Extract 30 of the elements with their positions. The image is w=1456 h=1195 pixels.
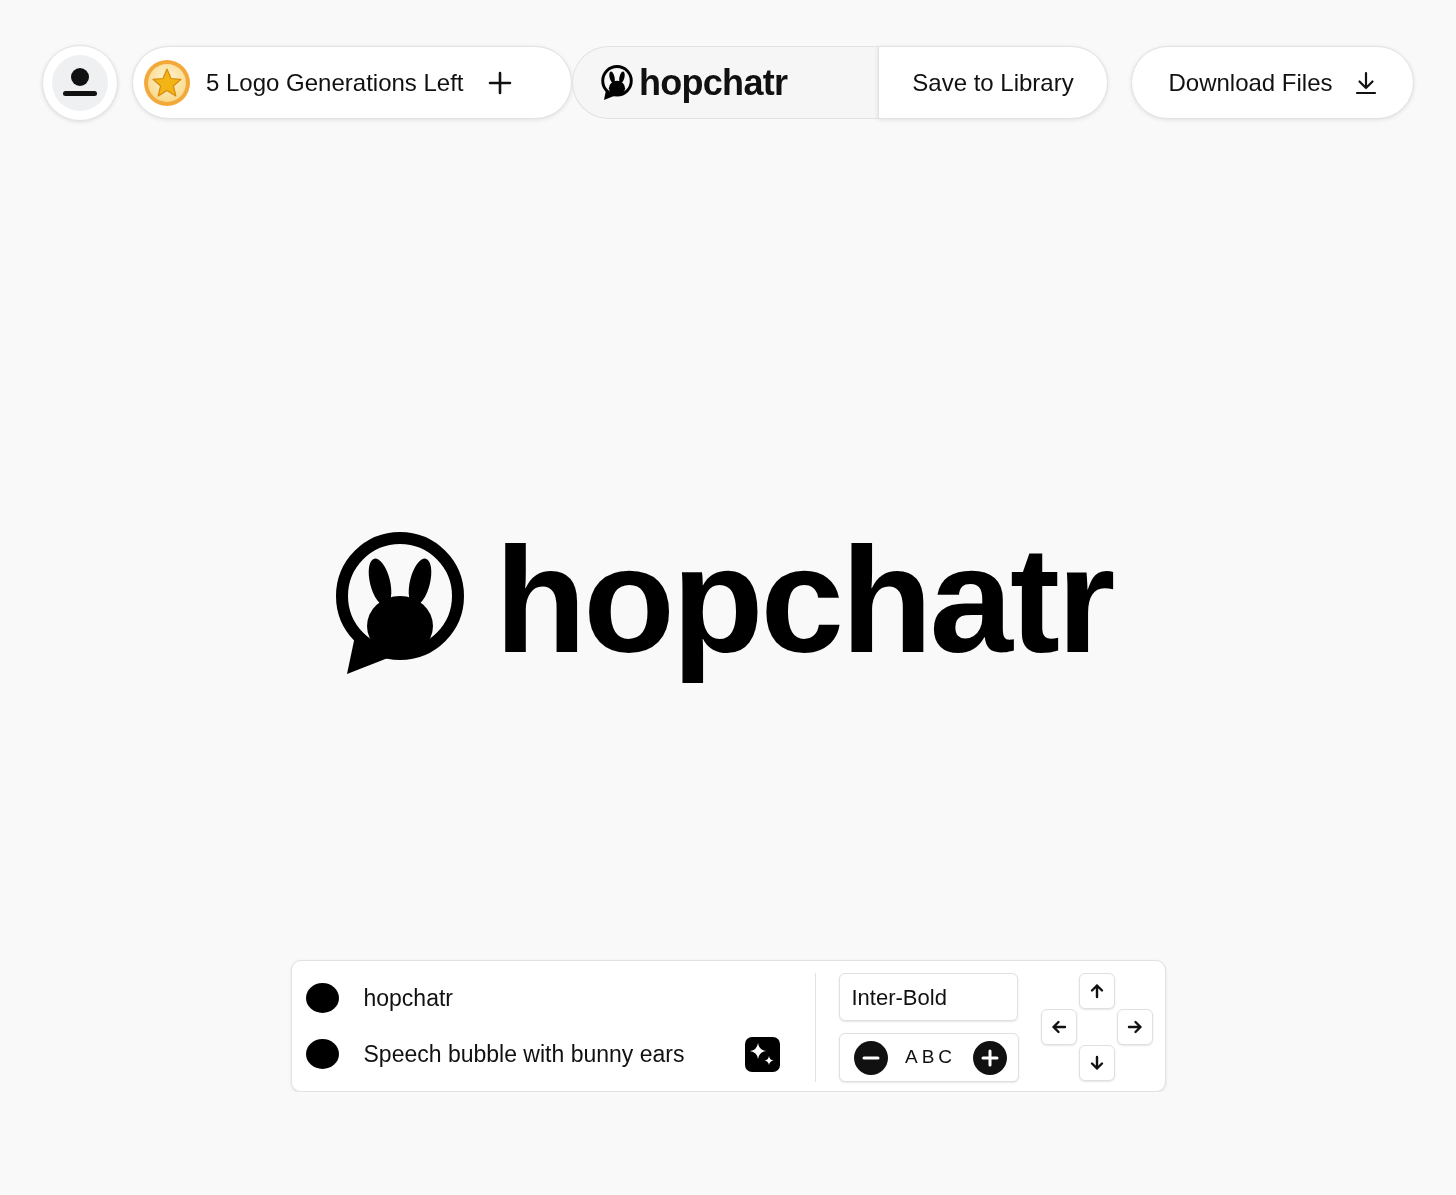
move-right-button[interactable]: [1116, 1009, 1153, 1045]
increase-spacing-button[interactable]: [973, 1040, 1008, 1075]
save-to-library-button[interactable]: Save to Library: [878, 46, 1108, 119]
decrease-spacing-button[interactable]: [853, 1040, 888, 1075]
arrow-up-icon: [1088, 983, 1105, 999]
move-up-button[interactable]: [1078, 973, 1115, 1009]
bunny-speech-bubble-icon: [601, 64, 633, 101]
icon-prompt-field[interactable]: Speech bubble with bunny ears: [363, 1036, 737, 1072]
arrow-right-icon: [1126, 1019, 1143, 1035]
arrow-left-icon: [1050, 1019, 1067, 1035]
download-button[interactable]: Download Files: [1131, 46, 1414, 119]
logo-wordmark: hopchatr: [639, 61, 789, 104]
logo-wordmark: hopchatr: [494, 515, 1114, 686]
plus-icon: [973, 1040, 1008, 1075]
download-icon: [1354, 70, 1377, 95]
arrow-down-icon: [1088, 1055, 1105, 1071]
add-credits-button[interactable]: [487, 70, 512, 95]
user-icon: [52, 54, 108, 111]
generate-icon-button[interactable]: [744, 1036, 780, 1072]
brand-name-field[interactable]: hopchatr: [363, 980, 780, 1016]
star-coin-icon: [143, 58, 191, 107]
font-select[interactable]: Inter-Bold: [838, 973, 1018, 1021]
letter-spacing-preview: ABC: [904, 1045, 957, 1070]
credits-label: 5 Logo Generations Left: [206, 67, 464, 98]
account-button[interactable]: [42, 44, 118, 121]
move-down-button[interactable]: [1078, 1045, 1115, 1081]
sparkle-icon: [744, 1036, 780, 1072]
minus-icon: [853, 1040, 888, 1075]
plus-icon: [487, 70, 512, 95]
move-left-button[interactable]: [1040, 1009, 1077, 1045]
